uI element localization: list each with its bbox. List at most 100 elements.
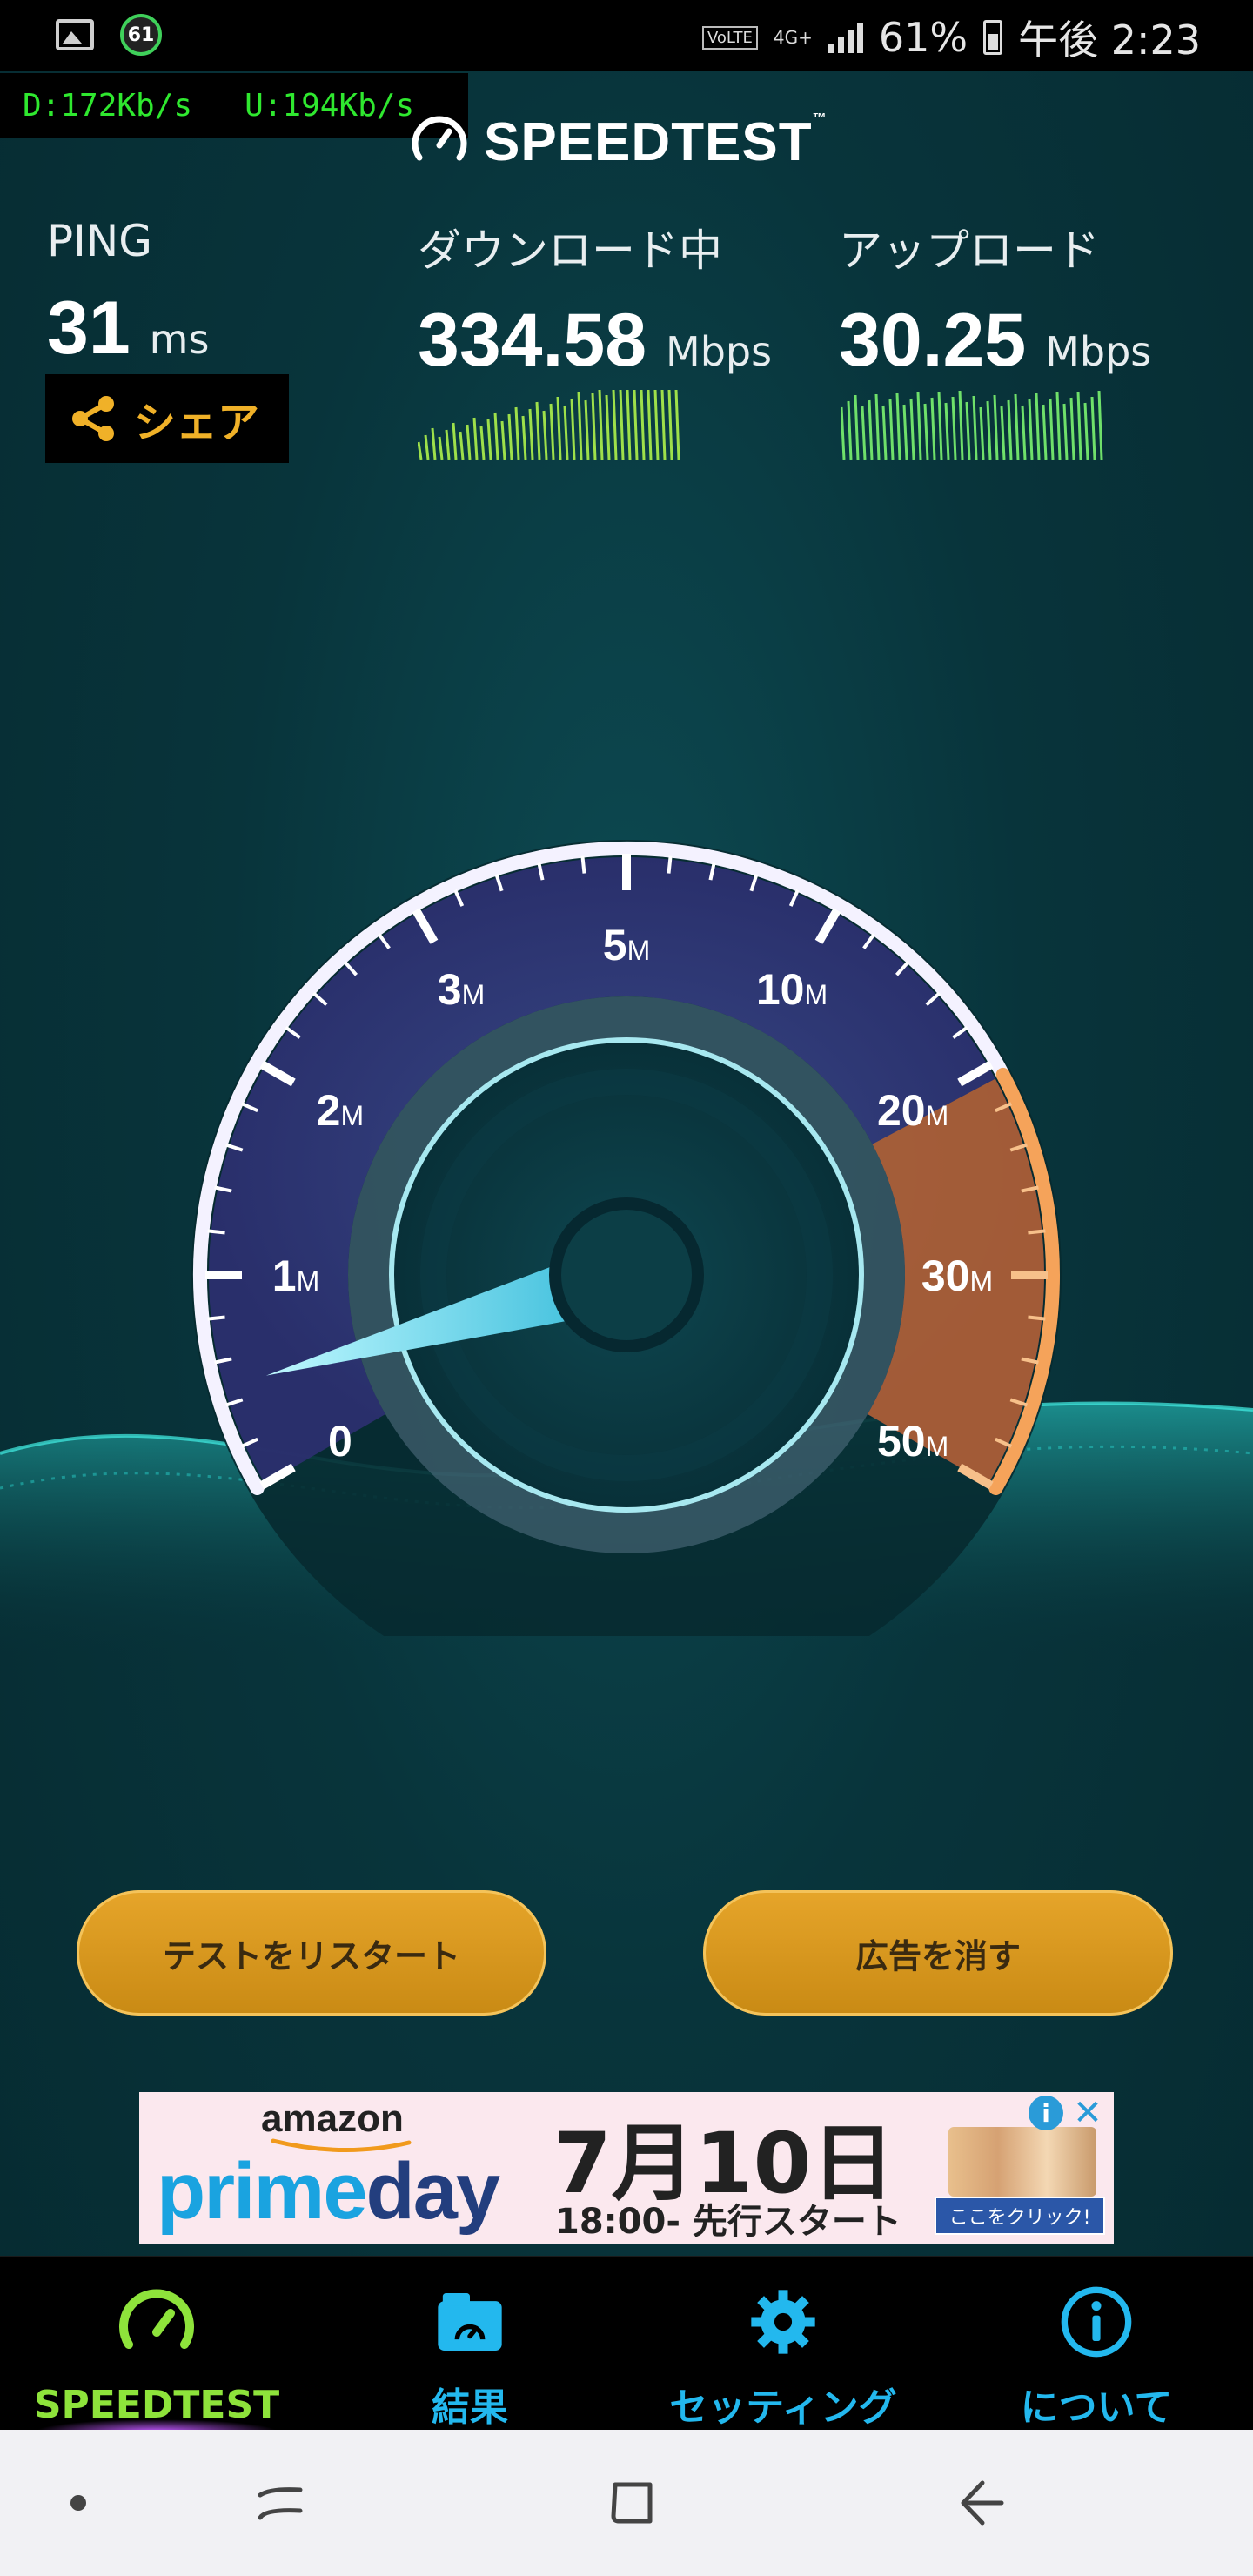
sparkline-bar: [1014, 393, 1020, 460]
nav-about[interactable]: について: [940, 2257, 1253, 2432]
sparkline-bar: [466, 424, 472, 460]
restart-test-button[interactable]: テストをリスタート: [77, 1890, 546, 2016]
sparkline-bar: [556, 396, 562, 460]
overlay-upload-speed: U:194Kb/s: [245, 87, 415, 124]
share-icon: [72, 396, 114, 441]
sparkline-bar: [570, 398, 576, 460]
nav-settings[interactable]: セッティング: [626, 2257, 940, 2432]
download-stat: ダウンロード中 334.58 Mbps: [418, 216, 772, 384]
volte-indicator: VoLTE: [701, 25, 758, 50]
sparkline-bar: [612, 389, 618, 460]
ad-time: 18:00- 先行スタート: [555, 2202, 901, 2242]
ad-close-icon[interactable]: ✕: [1070, 2093, 1105, 2133]
ad-prime-day: primeday: [157, 2147, 500, 2236]
download-value: 334.58: [418, 299, 647, 382]
battery-icon: [983, 20, 1003, 55]
sparkline-bar: [660, 389, 667, 460]
sparkline-bar: [965, 401, 971, 460]
sparkline-bar: [667, 389, 673, 460]
sparkline-bar: [619, 389, 625, 460]
back-icon[interactable]: [945, 2468, 1015, 2538]
ad-cta-button[interactable]: ここをクリック!: [935, 2197, 1105, 2235]
sparkline-bar: [1055, 392, 1062, 460]
upload-sparkline: [841, 390, 1103, 460]
gauge-minor-tick: [207, 1229, 225, 1235]
gear-icon: [751, 2290, 815, 2354]
nav-speedtest[interactable]: SPEEDTEST: [0, 2257, 313, 2432]
nav-results[interactable]: 結果: [313, 2257, 626, 2432]
sparkline-bar: [653, 389, 660, 460]
sparkline-bar: [847, 400, 853, 460]
sparkline-bar: [452, 422, 458, 460]
results-folder-icon: [438, 2293, 502, 2351]
gauge-minor-tick: [667, 855, 673, 874]
gauge-minor-tick: [580, 855, 586, 874]
sparkline-bar: [854, 394, 860, 460]
ping-unit: ms: [149, 316, 210, 363]
sparkline-bar: [1000, 406, 1006, 460]
upload-unit: Mbps: [1045, 328, 1152, 375]
sparkline-bar: [1028, 399, 1034, 460]
sparkline-bar: [438, 436, 444, 460]
sparkline-bar: [1097, 390, 1103, 460]
sparkline-bar: [841, 406, 846, 460]
nav-settings-label: セッティング: [669, 2385, 897, 2430]
sparkline-bar: [493, 412, 499, 460]
home-icon[interactable]: [597, 2468, 667, 2538]
sparkline-bar: [535, 401, 541, 460]
signal-icon: [828, 22, 863, 53]
sparkline-bar: [605, 394, 611, 460]
sparkline-bar: [674, 389, 680, 460]
sparkline-bar: [923, 403, 929, 460]
upload-label: アップロード: [839, 225, 1100, 276]
ad-info-icon[interactable]: i: [1029, 2096, 1063, 2130]
sparkline-bar: [1083, 402, 1089, 460]
sparkline-bar: [861, 406, 867, 460]
sparkline-bar: [1090, 396, 1096, 460]
sparkline-bar: [542, 410, 548, 460]
nav-speedtest-label: SPEEDTEST: [33, 2383, 280, 2427]
speedometer-logo-icon: [412, 116, 467, 160]
sparkline-bar: [584, 399, 590, 460]
sparkline-bar: [640, 389, 646, 460]
ping-value: 31: [47, 286, 131, 370]
sparkline-bar: [418, 441, 423, 460]
gauge-tick-label: 0: [328, 1417, 352, 1466]
sparkline-bar: [874, 393, 881, 460]
status-bar: 61 VoLTE 4G+ 61% 午後 2:23: [0, 0, 1253, 71]
system-navigation-bar: [0, 2430, 1253, 2576]
sparkline-bar: [1042, 404, 1048, 460]
sparkline-bar: [944, 402, 950, 460]
ad-product-image: [948, 2127, 1096, 2197]
sparkline-bar: [930, 397, 936, 460]
share-button[interactable]: シェア: [45, 374, 289, 463]
download-sparkline: [418, 389, 680, 460]
ad-banner[interactable]: amazon primeday 7月10日 18:00- 先行スタート i ✕ …: [139, 2092, 1114, 2244]
download-unit: Mbps: [666, 328, 773, 375]
sparkline-bar: [937, 391, 943, 460]
sparkline-bar: [902, 404, 908, 460]
overlay-download-speed: D:172Kb/s: [23, 87, 193, 124]
system-dot-icon[interactable]: [44, 2468, 113, 2538]
download-label: ダウンロード中: [418, 225, 722, 276]
notification-badge: 61: [120, 14, 162, 56]
sparkline-bar: [591, 392, 597, 460]
share-label: シェア: [134, 399, 260, 447]
sparkline-bar: [979, 406, 985, 460]
upload-stat: アップロード 30.25 Mbps: [839, 216, 1151, 384]
recent-apps-icon[interactable]: [245, 2468, 315, 2538]
sparkline-bar: [1035, 392, 1041, 460]
sparkline-bar: [958, 390, 964, 460]
sparkline-bar: [1076, 391, 1082, 460]
sparkline-bar: [895, 392, 901, 460]
sparkline-bar: [577, 391, 583, 460]
gauge-minor-tick: [1028, 1229, 1046, 1235]
sparkline-bar: [549, 403, 555, 460]
sparkline-bar: [1062, 403, 1069, 460]
sparkline-bar: [972, 395, 978, 460]
remove-ads-button[interactable]: 広告を消す: [703, 1890, 1173, 2016]
sparkline-bar: [647, 389, 653, 460]
speedometer-icon: [119, 2289, 194, 2349]
info-icon: [1061, 2286, 1132, 2358]
sparkline-bar: [598, 389, 604, 460]
